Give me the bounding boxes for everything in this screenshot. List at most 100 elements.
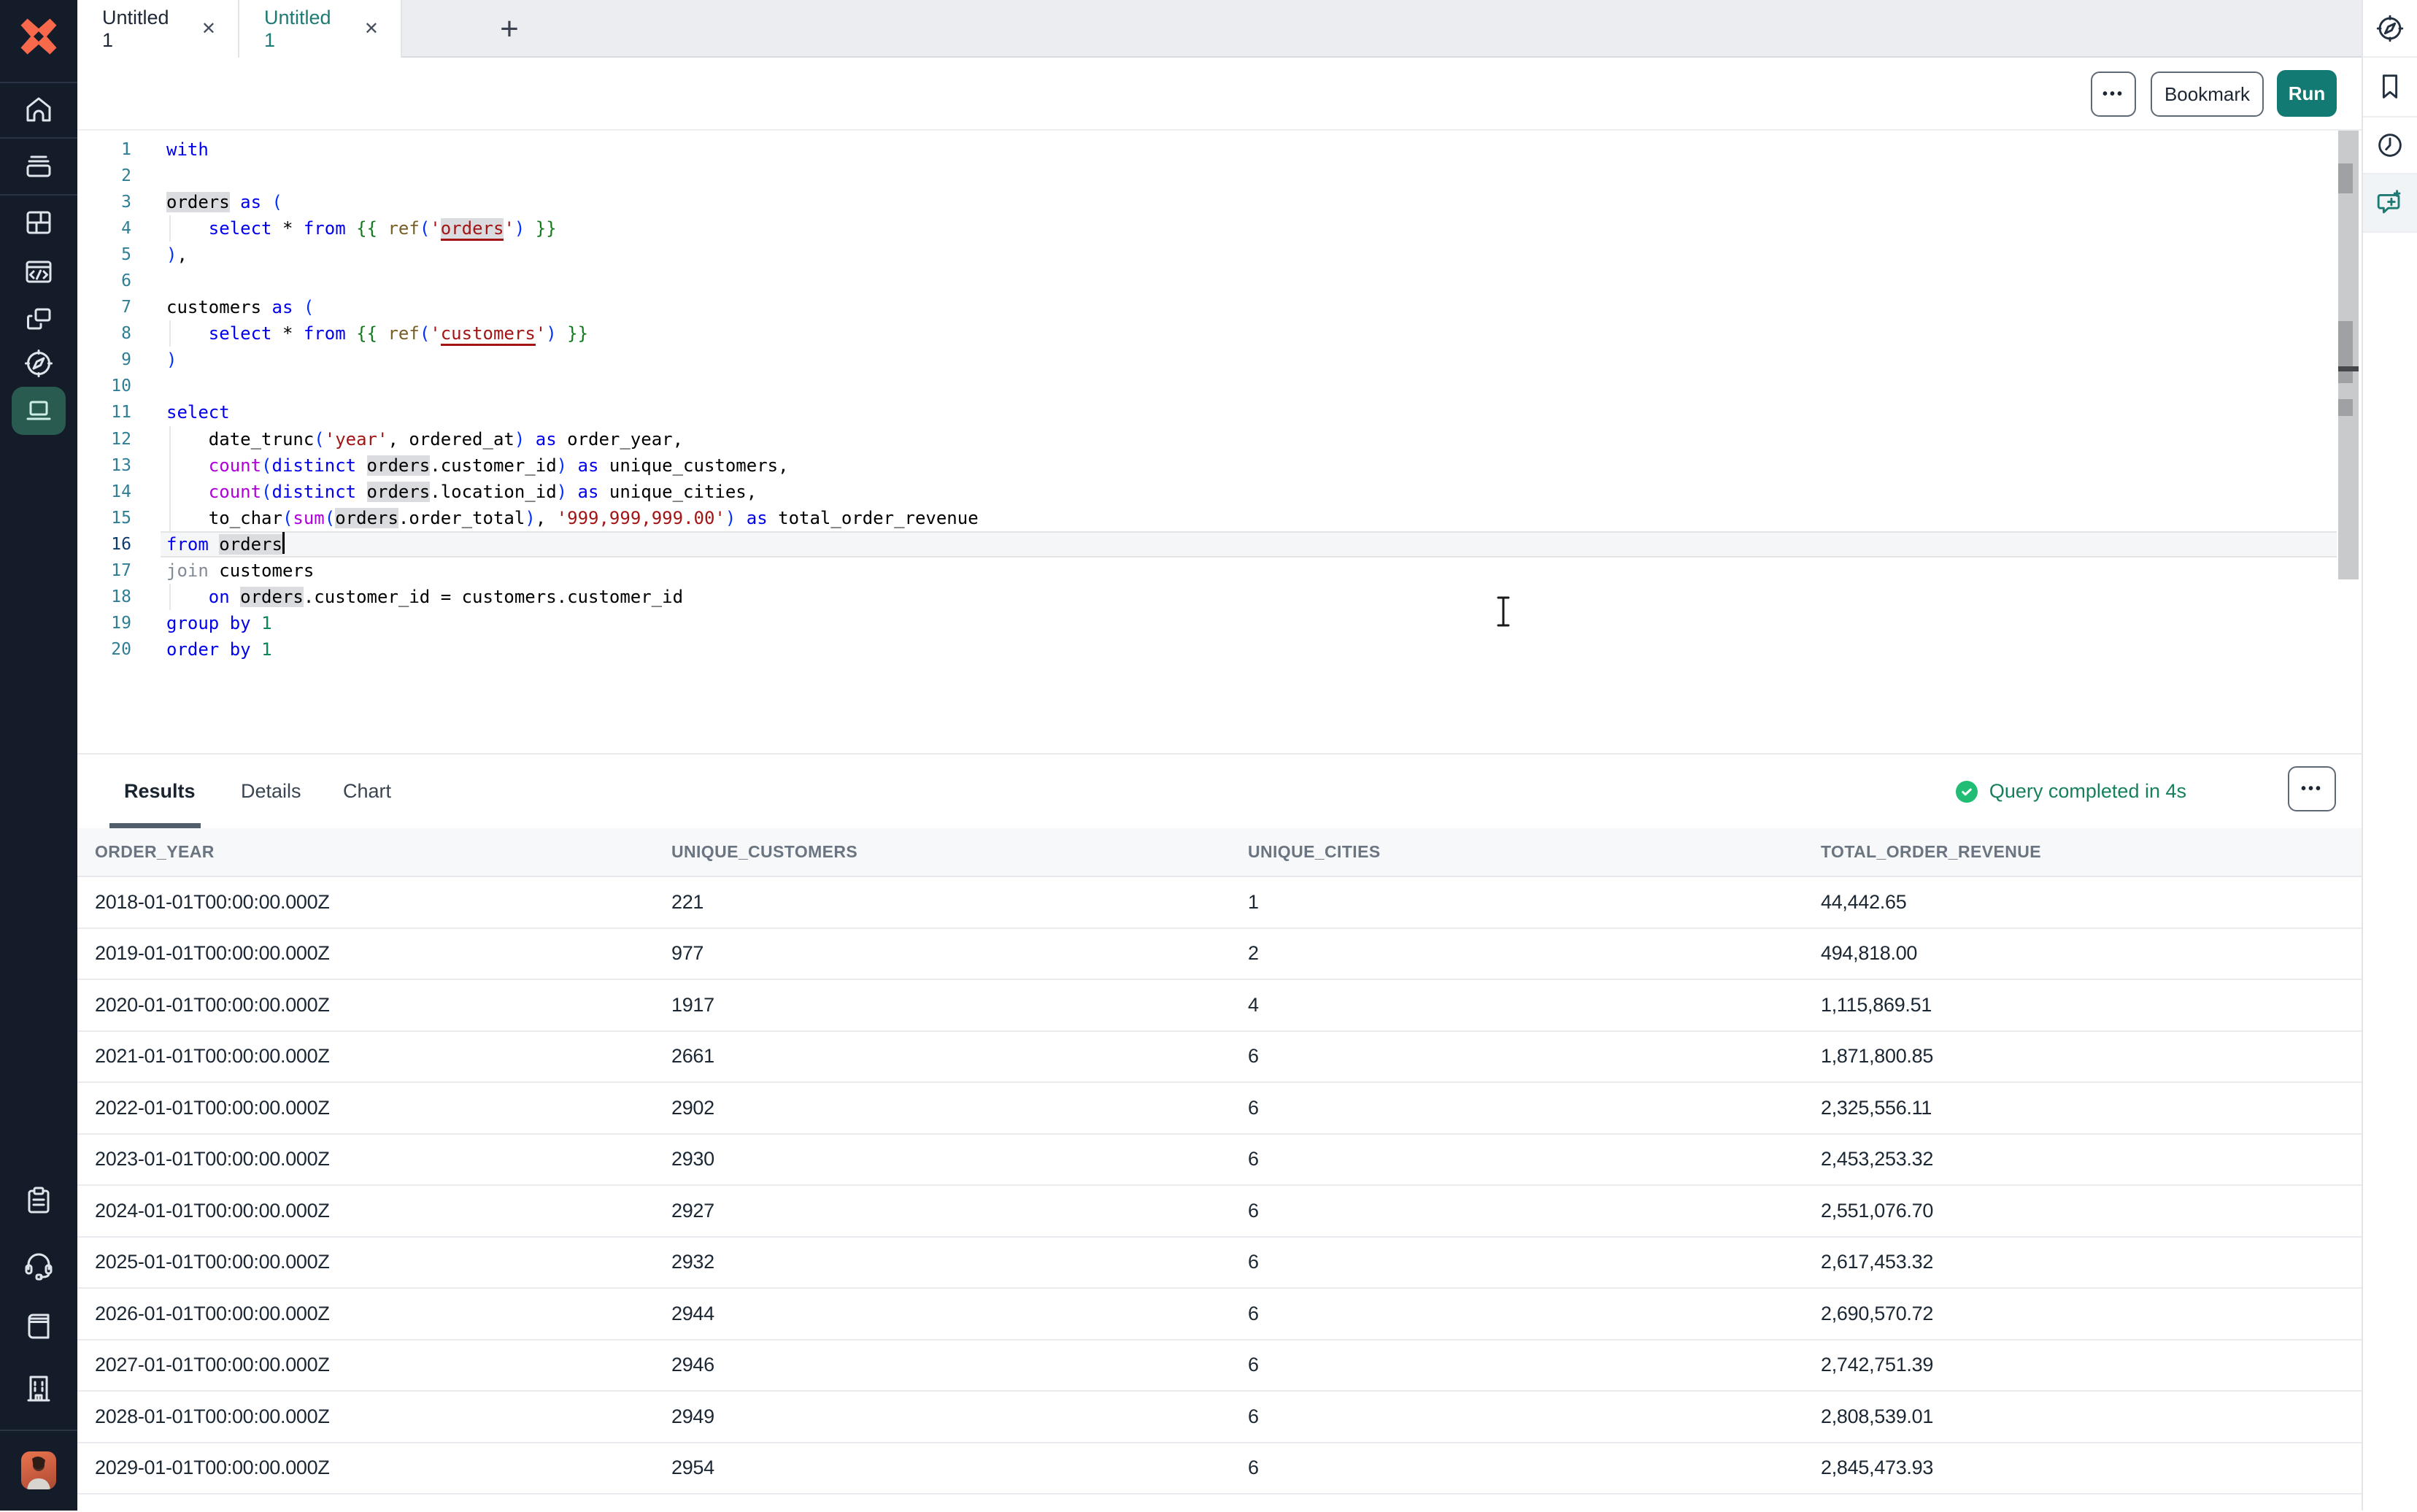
- table-cell: 2944: [671, 1303, 1248, 1325]
- code-lines: 1with23orders as (4 select * from {{ ref…: [77, 136, 2362, 663]
- editor-padding: [77, 131, 2362, 136]
- sql-editor[interactable]: 1with23orders as (4 select * from {{ ref…: [77, 129, 2362, 753]
- table-cell: 2930: [671, 1148, 1248, 1170]
- table-cell: 6: [1248, 1148, 1821, 1170]
- results-more-button[interactable]: •••: [2288, 766, 2336, 811]
- text-caret: [282, 532, 285, 554]
- table-cell: 494,818.00: [1821, 942, 2362, 965]
- column-header: ORDER_YEAR: [95, 842, 671, 862]
- tab-label: Untitled 1: [102, 7, 182, 52]
- line-number: 4: [77, 215, 131, 242]
- divider: [0, 82, 77, 83]
- column-header: TOTAL_ORDER_REVENUE: [1821, 842, 2362, 862]
- code-line: 17join customers: [77, 558, 2362, 584]
- ai-chat-sparkles-icon[interactable]: [2363, 174, 2417, 233]
- close-tab-icon[interactable]: ✕: [201, 18, 216, 39]
- table-cell: 977: [671, 942, 1248, 965]
- tab-chart[interactable]: Chart: [343, 755, 391, 828]
- line-number: 14: [77, 479, 131, 505]
- bookmark-panel-icon[interactable]: [2363, 58, 2417, 117]
- table-row: 2019-01-01T00:00:00.000Z9772494,818.00: [77, 929, 2362, 981]
- editor-toolbar: ••• Bookmark Run: [77, 58, 2362, 129]
- app-logo-icon[interactable]: [18, 15, 60, 58]
- table-cell: 2019-01-01T00:00:00.000Z: [95, 942, 671, 965]
- table-cell: 2,690,570.72: [1821, 1303, 2362, 1325]
- table-row: 2030-01-01T00:00:00.000Z287961,841,049.3…: [77, 1494, 2362, 1512]
- code-line: 10: [77, 373, 2362, 399]
- table-header-row: ORDER_YEARUNIQUE_CUSTOMERSUNIQUE_CITIEST…: [77, 828, 2362, 877]
- query-status-text: Query completed in 4s: [1989, 780, 2186, 803]
- tab-untitled-2[interactable]: Untitled 1 ✕: [239, 0, 402, 58]
- line-number: 5: [77, 242, 131, 268]
- headset-support-icon[interactable]: [21, 1246, 56, 1281]
- table-cell: 2023-01-01T00:00:00.000Z: [95, 1148, 671, 1170]
- table-cell: 6: [1248, 1405, 1821, 1428]
- active-tab-underline: [109, 823, 201, 828]
- editor-tabbar: Untitled 1 ✕ Untitled 1 ✕ +: [77, 0, 2362, 58]
- table-cell: 2879: [671, 1508, 1248, 1512]
- building-org-icon[interactable]: [21, 1371, 56, 1406]
- table-cell: 2021-01-01T00:00:00.000Z: [95, 1045, 671, 1068]
- compass-panel-icon[interactable]: [2363, 0, 2417, 58]
- table-cell: 6: [1248, 1354, 1821, 1376]
- code-line: 20order by 1: [77, 636, 2362, 663]
- left-sidebar: [0, 0, 77, 1511]
- windows-popout-icon[interactable]: [21, 301, 56, 336]
- main-area: Untitled 1 ✕ Untitled 1 ✕ + ••• Bookmark…: [77, 0, 2362, 1511]
- divider: [0, 194, 77, 196]
- terminal-laptop-icon[interactable]: [21, 393, 56, 428]
- new-tab-button[interactable]: +: [487, 0, 531, 58]
- code-line: 6: [77, 268, 2362, 294]
- table-cell: 4: [1248, 994, 1821, 1017]
- table-cell: 2,325,556.11: [1821, 1097, 2362, 1119]
- line-number: 20: [77, 636, 131, 663]
- history-clock-icon[interactable]: [2363, 117, 2417, 174]
- table-cell: 6: [1248, 1303, 1821, 1325]
- table-cell: 2,617,453.32: [1821, 1251, 2362, 1273]
- code-line: 1with: [77, 136, 2362, 163]
- table-cell: 2927: [671, 1200, 1248, 1222]
- tab-results[interactable]: Results: [124, 755, 196, 828]
- scrollbar-mark: [2338, 321, 2353, 366]
- table-row: 2021-01-01T00:00:00.000Z266161,871,800.8…: [77, 1032, 2362, 1084]
- table-cell: 44,442.65: [1821, 891, 2362, 914]
- table-cell: 2,808,539.01: [1821, 1405, 2362, 1428]
- compass-icon[interactable]: [21, 346, 56, 381]
- code-line: 15 to_char(sum(orders.order_total), '999…: [77, 505, 2362, 531]
- tab-details[interactable]: Details: [241, 755, 301, 828]
- table-cell: 6: [1248, 1097, 1821, 1119]
- table-cell: 2902: [671, 1097, 1248, 1119]
- table-cell: 2026-01-01T00:00:00.000Z: [95, 1303, 671, 1325]
- table-row: 2018-01-01T00:00:00.000Z221144,442.65: [77, 877, 2362, 929]
- book-docs-icon[interactable]: [21, 1308, 56, 1343]
- editor-more-button[interactable]: •••: [2091, 72, 2136, 117]
- code-window-icon[interactable]: [21, 254, 56, 289]
- inbox-tray-icon[interactable]: [21, 149, 56, 184]
- table-row: 2023-01-01T00:00:00.000Z293062,453,253.3…: [77, 1135, 2362, 1187]
- table-body[interactable]: 2018-01-01T00:00:00.000Z221144,442.65201…: [77, 877, 2362, 1512]
- table-cell: 6: [1248, 1200, 1821, 1222]
- clipboard-icon[interactable]: [21, 1183, 56, 1218]
- ellipsis-icon: •••: [2102, 86, 2124, 103]
- code-line: 14 count(distinct orders.location_id) as…: [77, 479, 2362, 505]
- results-panel: Results Details Chart Query completed in…: [77, 753, 2362, 1511]
- code-line: 7customers as (: [77, 294, 2362, 320]
- run-button[interactable]: Run: [2277, 70, 2337, 117]
- home-icon[interactable]: [21, 92, 56, 127]
- close-tab-icon[interactable]: ✕: [364, 18, 379, 39]
- line-number: 13: [77, 452, 131, 479]
- table-row: 2025-01-01T00:00:00.000Z293262,617,453.3…: [77, 1238, 2362, 1289]
- tab-untitled-1[interactable]: Untitled 1 ✕: [77, 0, 239, 58]
- results-tabbar: Results Details Chart Query completed in…: [77, 755, 2362, 828]
- line-number: 18: [77, 584, 131, 610]
- line-number: 6: [77, 268, 131, 294]
- line-number: 9: [77, 347, 131, 373]
- dashboard-grid-icon[interactable]: [21, 205, 56, 240]
- divider: [0, 1430, 77, 1431]
- line-number: 16: [77, 531, 131, 558]
- user-avatar[interactable]: [21, 1451, 56, 1489]
- code-line: 8 select * from {{ ref('customers') }}: [77, 320, 2362, 347]
- bookmark-button[interactable]: Bookmark: [2151, 72, 2264, 117]
- table-cell: 2,742,751.39: [1821, 1354, 2362, 1376]
- table-cell: 2: [1248, 942, 1821, 965]
